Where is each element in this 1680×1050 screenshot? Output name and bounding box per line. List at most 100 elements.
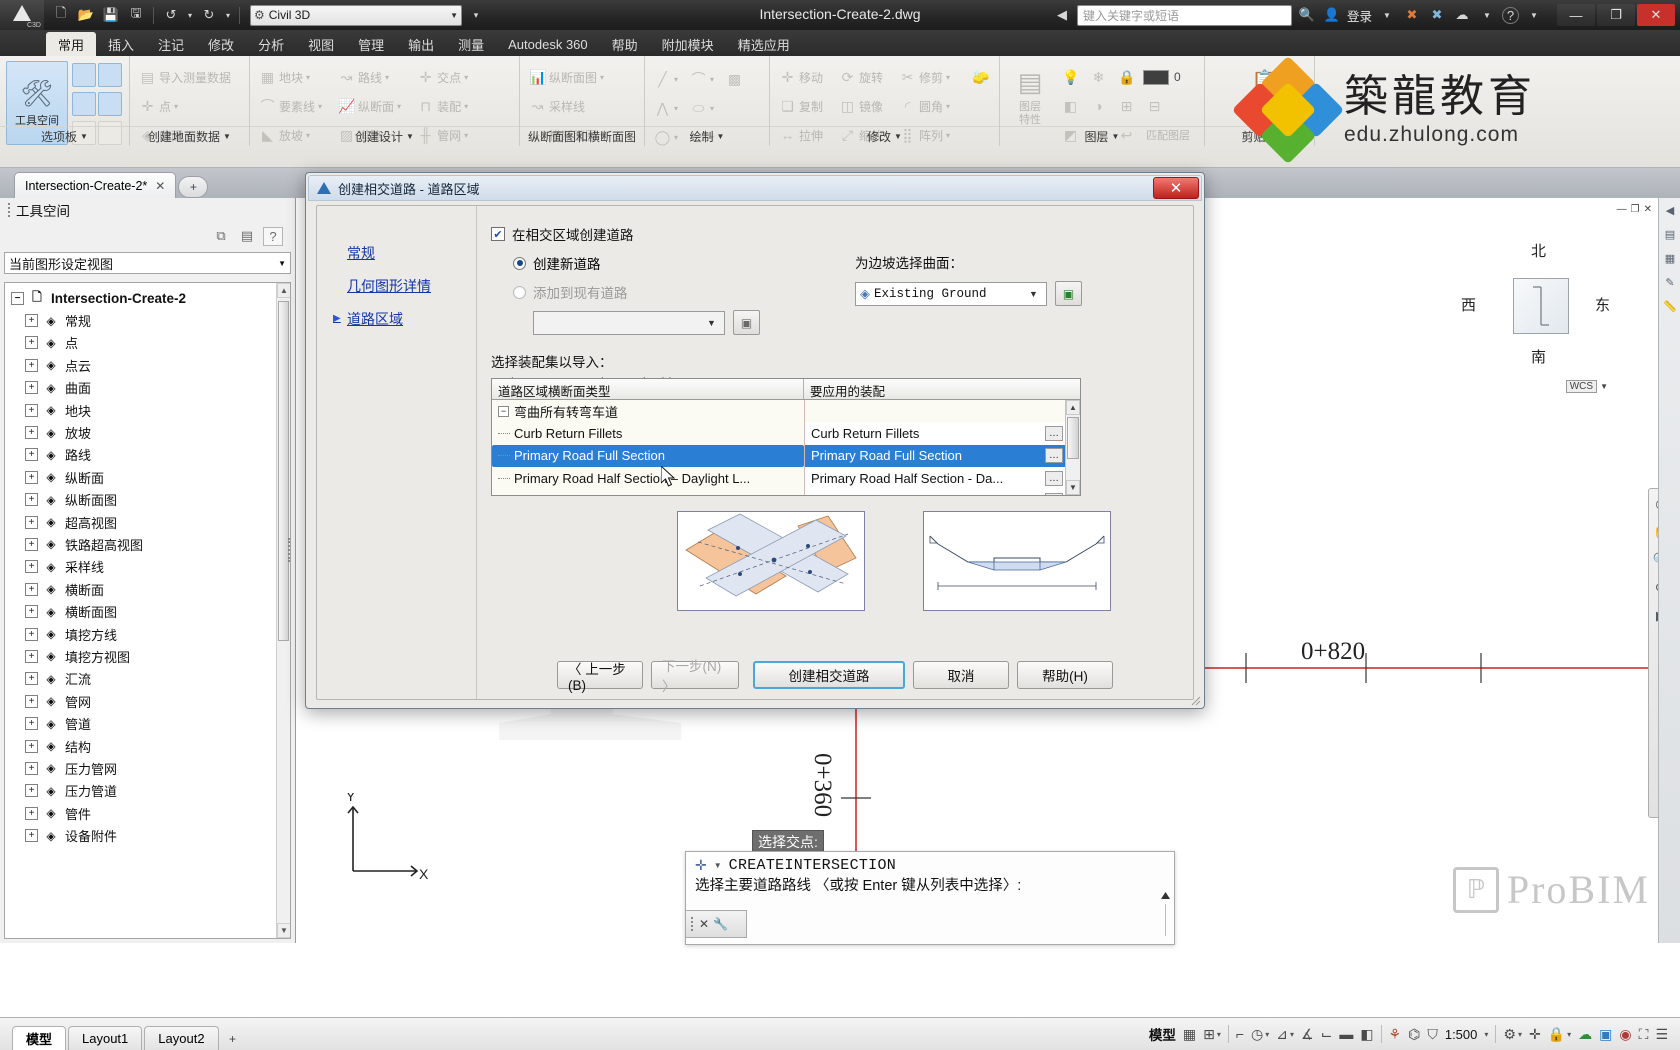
lock-icon[interactable]: 🔒 ▾: [1548, 1026, 1571, 1043]
dialog-resize-grip[interactable]: [1189, 694, 1201, 706]
move-button[interactable]: ✛ 移动: [776, 64, 826, 90]
tree-item[interactable]: + ◈ 横断面: [11, 578, 276, 600]
nav-link-corridor-regions[interactable]: ▶ 道路区域: [333, 302, 476, 335]
dialog-close-button[interactable]: ✕: [1153, 177, 1199, 199]
signin-button[interactable]: 登录: [1347, 6, 1372, 25]
tree-item[interactable]: + ◈ 设备附件: [11, 824, 276, 846]
layer-properties-button[interactable]: ▤ 图层 特性: [1006, 63, 1054, 131]
signin-dropdown-icon[interactable]: ▼: [1377, 11, 1397, 20]
panel-title-xiugai[interactable]: 修改 ▼: [770, 126, 999, 146]
settings-icon[interactable]: 🔧: [713, 917, 728, 931]
open-icon[interactable]: 📂: [75, 4, 97, 26]
strip-properties-icon[interactable]: ▤: [1659, 222, 1680, 246]
annotation-visibility-icon[interactable]: ⛉: [1427, 1026, 1438, 1043]
layer-lock-icon[interactable]: 🔒: [1115, 64, 1138, 90]
status-model-label[interactable]: 模型: [1149, 1024, 1176, 1044]
infocenter-icon[interactable]: ◀: [1052, 7, 1072, 23]
tree-item[interactable]: + ◈ 放坡: [11, 421, 276, 443]
drag-grip[interactable]: [691, 917, 695, 931]
app-logo[interactable]: C3D: [0, 0, 44, 30]
expand-icon[interactable]: +: [25, 426, 38, 440]
tab-charu[interactable]: 插入: [96, 32, 146, 56]
toolspace-tree[interactable]: − 🗋 Intersection-Create-2 + ◈ 常规 + ◈ 点 + ◈ 点云 + ◈ 曲…: [4, 282, 291, 939]
customization-menu-icon[interactable]: ☰: [1655, 1026, 1668, 1043]
featureline-button[interactable]: ⌒ 要素线 ▾: [256, 93, 325, 119]
dialog-title-bar[interactable]: 创建相交道路 - 道路区域 ✕: [308, 175, 1202, 201]
redo-icon[interactable]: ↻: [198, 4, 220, 26]
tab-fenxi[interactable]: 分析: [246, 32, 296, 56]
profileview-button[interactable]: 📊 纵断面图 ▾: [526, 64, 607, 90]
otrack-icon[interactable]: ∡: [1301, 1026, 1314, 1043]
grid-cell-type[interactable]: Primary Road Half Section – Daylight R..…: [492, 490, 804, 495]
view-cube-face[interactable]: [1513, 278, 1569, 334]
tree-item[interactable]: + ◈ 路线: [11, 444, 276, 466]
undo-dropdown-icon[interactable]: ▾: [185, 4, 195, 26]
mirror-button[interactable]: ◫ 镜像: [836, 93, 886, 119]
back-button[interactable]: 〈 上一步(B): [557, 661, 643, 693]
undo-icon[interactable]: ↺: [160, 4, 182, 26]
grid-row[interactable]: Primary Road Full Section Primary Road Fu…: [492, 444, 1065, 468]
tree-item[interactable]: + ◈ 铁路超高视图: [11, 533, 276, 555]
layer-delete-icon[interactable]: ⊟: [1143, 93, 1166, 119]
grid-cell-assembly[interactable]: Primary Road Full Section…: [804, 444, 1065, 468]
expand-icon[interactable]: +: [25, 649, 38, 663]
osnap-icon[interactable]: ⊿ ▾: [1276, 1026, 1294, 1043]
tree-item[interactable]: + ◈ 采样线: [11, 556, 276, 578]
chevron-down-icon[interactable]: ▼: [714, 861, 722, 870]
tree-item[interactable]: + ◈ 压力管网: [11, 757, 276, 779]
tree-item[interactable]: + ◈ 纵断面: [11, 466, 276, 488]
tab-shitu[interactable]: 视图: [296, 32, 346, 56]
parcel-button[interactable]: ▦ 地块 ▾: [256, 64, 313, 90]
create-corridor-checkbox[interactable]: ✔: [491, 227, 505, 241]
workspace-selector[interactable]: ⚙ Civil 3D ▼: [250, 4, 462, 26]
expand-icon[interactable]: +: [25, 560, 38, 574]
scroll-up-icon[interactable]: ▲: [1066, 400, 1080, 415]
close-button[interactable]: ✕: [1637, 4, 1675, 26]
ucsicon-icon[interactable]: ⌙: [1321, 1026, 1333, 1043]
scroll-down-icon[interactable]: ▼: [1066, 480, 1080, 495]
layer-color-swatch[interactable]: [1143, 69, 1169, 85]
close-icon[interactable]: ✕: [155, 179, 165, 193]
grid-cell-type[interactable]: Primary Road Half Section – Daylight L..…: [492, 467, 804, 489]
assembly-picker-button[interactable]: …: [1045, 493, 1063, 495]
tree-item[interactable]: + ◈ 超高视图: [11, 511, 276, 533]
panel-title-xuanxiangban[interactable]: 选项板 ▼: [0, 126, 129, 146]
palette-icon-b[interactable]: [98, 63, 122, 87]
polar-icon[interactable]: ◷ ▾: [1251, 1026, 1269, 1043]
grid-cell-type[interactable]: Primary Road Full Section: [492, 444, 804, 468]
expand-icon[interactable]: +: [25, 784, 38, 798]
palette-icon-c[interactable]: [72, 92, 96, 116]
grid-cell-assembly[interactable]: Curb Return Fillets…: [804, 422, 1065, 445]
help-button[interactable]: 帮助(H): [1017, 661, 1113, 689]
expand-icon[interactable]: +: [25, 358, 38, 372]
expand-icon[interactable]: +: [25, 627, 38, 641]
cancel-button[interactable]: 取消: [913, 661, 1009, 689]
qat-overflow-icon[interactable]: ▾: [465, 4, 487, 26]
viewport-maximize-icon[interactable]: ❐: [1631, 204, 1640, 220]
scroll-thumb[interactable]: [278, 301, 289, 641]
tree-item[interactable]: + ◈ 地块: [11, 399, 276, 421]
expand-icon[interactable]: +: [25, 806, 38, 820]
tree-item[interactable]: + ◈ 填挖方视图: [11, 645, 276, 667]
strip-tool-icon[interactable]: ✎: [1659, 270, 1680, 294]
line-button[interactable]: ╱ ▾: [651, 66, 681, 92]
annotation-scale-icon[interactable]: ⌬: [1408, 1026, 1420, 1043]
search-input[interactable]: 键入关键字或短语: [1076, 4, 1292, 26]
point-button[interactable]: ✛ 点 ▾: [136, 93, 181, 119]
tree-item[interactable]: + ◈ 管网: [11, 690, 276, 712]
hatch-button[interactable]: ▩: [723, 66, 746, 92]
expand-icon[interactable]: +: [25, 381, 38, 395]
tree-item[interactable]: + ◈ 横断面图: [11, 600, 276, 622]
lineweight-icon[interactable]: ▬: [1339, 1026, 1353, 1042]
viewport-minimize-icon[interactable]: —: [1617, 204, 1627, 220]
expand-icon[interactable]: +: [25, 470, 38, 484]
cloud-status-icon[interactable]: ☁: [1578, 1026, 1592, 1043]
layer-merge-icon[interactable]: ⊞: [1115, 93, 1138, 119]
sampleline-button[interactable]: ↝ 采样线: [526, 93, 588, 119]
tab-changyong[interactable]: 常用: [46, 32, 97, 56]
expand-icon[interactable]: +: [25, 694, 38, 708]
erase-button[interactable]: 🧽: [969, 64, 992, 90]
assembly-picker-button[interactable]: …: [1045, 470, 1063, 486]
expand-icon[interactable]: +: [25, 493, 38, 507]
ellipse-button[interactable]: ⬭ ▾: [687, 95, 717, 121]
